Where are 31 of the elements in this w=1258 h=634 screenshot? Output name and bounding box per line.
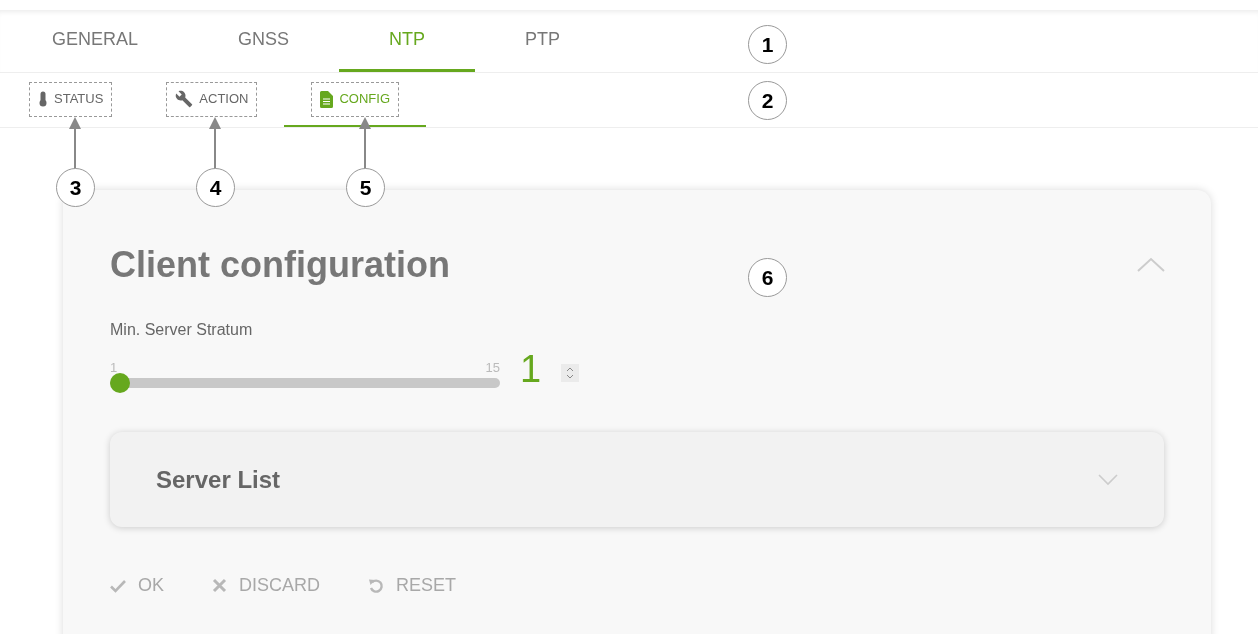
tab[interactable]: NTP [339, 10, 476, 72]
close-icon [212, 578, 227, 593]
callout-number: 3 [56, 168, 95, 207]
spinner-button[interactable] [561, 364, 580, 382]
tab[interactable]: GENERAL [2, 10, 189, 72]
callout-number: 1 [748, 25, 787, 64]
expandable-panel[interactable]: Server List [110, 432, 1164, 527]
sub-tab[interactable]: CONFIG [284, 73, 427, 127]
sub-tab-label: STATUS [54, 90, 104, 109]
card-title: Client configuration [110, 243, 450, 287]
slider-min-label: 1 [110, 361, 118, 374]
document-icon [320, 90, 334, 108]
slider-thumb[interactable] [110, 373, 130, 393]
sub-tab-label: CONFIG [339, 90, 391, 109]
tab[interactable]: PTP [475, 10, 611, 72]
chevron-up-icon[interactable] [1136, 257, 1166, 273]
tab[interactable]: GNSS [188, 10, 340, 72]
field-label: Min. Server Stratum [110, 320, 254, 340]
up-down-arrows-icon [566, 367, 575, 379]
wrench-icon [175, 90, 194, 108]
panel-title: Server List [156, 464, 281, 495]
leader-arrow [69, 117, 81, 169]
sub-tab-label: ACTION [199, 90, 249, 109]
undo-icon [368, 577, 385, 594]
check-icon [110, 578, 126, 593]
slider-max-label: 15 [485, 361, 500, 374]
thermometer-icon [38, 91, 48, 107]
slider-value: 1 [520, 350, 542, 388]
callout-number: 2 [748, 81, 787, 120]
leader-arrow [359, 117, 371, 169]
leader-arrow [209, 117, 221, 169]
